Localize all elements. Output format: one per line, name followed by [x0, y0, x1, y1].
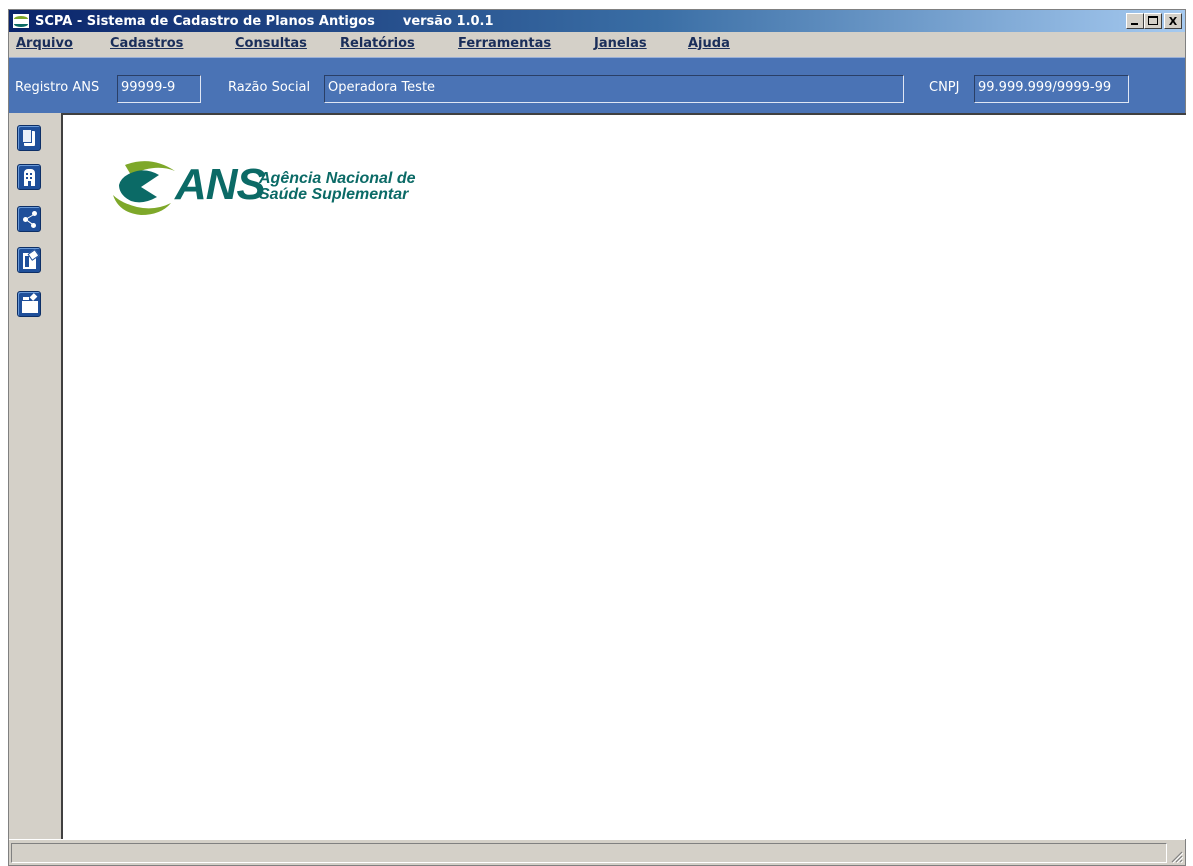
registro-ans-label: Registro ANS: [15, 80, 100, 95]
window-version: versão 1.0.1: [402, 13, 494, 29]
status-panel: [11, 843, 1167, 863]
close-icon: X: [1168, 14, 1178, 28]
main-window: SCPA - Sistema de Cadastro de Planos Ant…: [8, 9, 1186, 866]
app-icon[interactable]: [12, 13, 30, 29]
razao-social-label: Razão Social: [228, 80, 311, 95]
menu-bar: Arquivo Cadastros Consultas Relatórios F…: [9, 32, 1185, 56]
mdi-client-area[interactable]: ANS Agência Nacional de Saúde Suplementa…: [61, 113, 1186, 839]
menu-cadastros[interactable]: Cadastros: [110, 36, 183, 51]
close-button[interactable]: X: [1164, 13, 1182, 29]
minimize-button[interactable]: [1126, 13, 1144, 29]
ans-logo-line2: Saúde Suplementar: [259, 186, 409, 203]
registro-ans-field: 99999-9: [117, 75, 201, 103]
menu-consultas[interactable]: Consultas: [235, 36, 307, 51]
ans-logo: ANS Agência Nacional de Saúde Suplementa…: [111, 157, 431, 227]
menu-ferramentas[interactable]: Ferramentas: [458, 36, 551, 51]
window-title: SCPA - Sistema de Cadastro de Planos Ant…: [35, 13, 375, 29]
menu-relatorios[interactable]: Relatórios: [340, 36, 415, 51]
cnpj-label: CNPJ: [929, 80, 960, 95]
ans-logo-line1: Agência Nacional de: [259, 170, 416, 187]
toolbar-button-document[interactable]: [17, 125, 41, 151]
side-toolbar: [9, 113, 61, 838]
ans-logo-mark: ANS: [175, 160, 266, 209]
menu-ajuda[interactable]: Ajuda: [688, 36, 730, 51]
toolbar-button-building[interactable]: [17, 164, 41, 190]
maximize-button[interactable]: [1144, 13, 1162, 29]
maximize-icon: [1148, 16, 1158, 25]
cnpj-field: 99.999.999/9999-99: [974, 75, 1129, 103]
menu-janelas[interactable]: Janelas: [594, 36, 647, 51]
status-bar: [9, 839, 1185, 865]
ans-logo-mark-icon: [113, 161, 175, 215]
toolbar-button-exit[interactable]: [17, 291, 41, 317]
toolbar-button-report[interactable]: [17, 247, 41, 273]
toolbar-button-network[interactable]: [17, 206, 41, 232]
resize-grip-icon[interactable]: [1169, 849, 1183, 863]
operator-info-bar: Registro ANS 99999-9 Razão Social Operad…: [9, 57, 1185, 113]
menu-arquivo[interactable]: Arquivo: [16, 36, 73, 51]
minimize-icon: [1131, 23, 1138, 25]
razao-social-field: Operadora Teste: [324, 75, 904, 103]
title-bar[interactable]: SCPA - Sistema de Cadastro de Planos Ant…: [9, 10, 1185, 32]
window-controls: X: [1126, 13, 1182, 29]
